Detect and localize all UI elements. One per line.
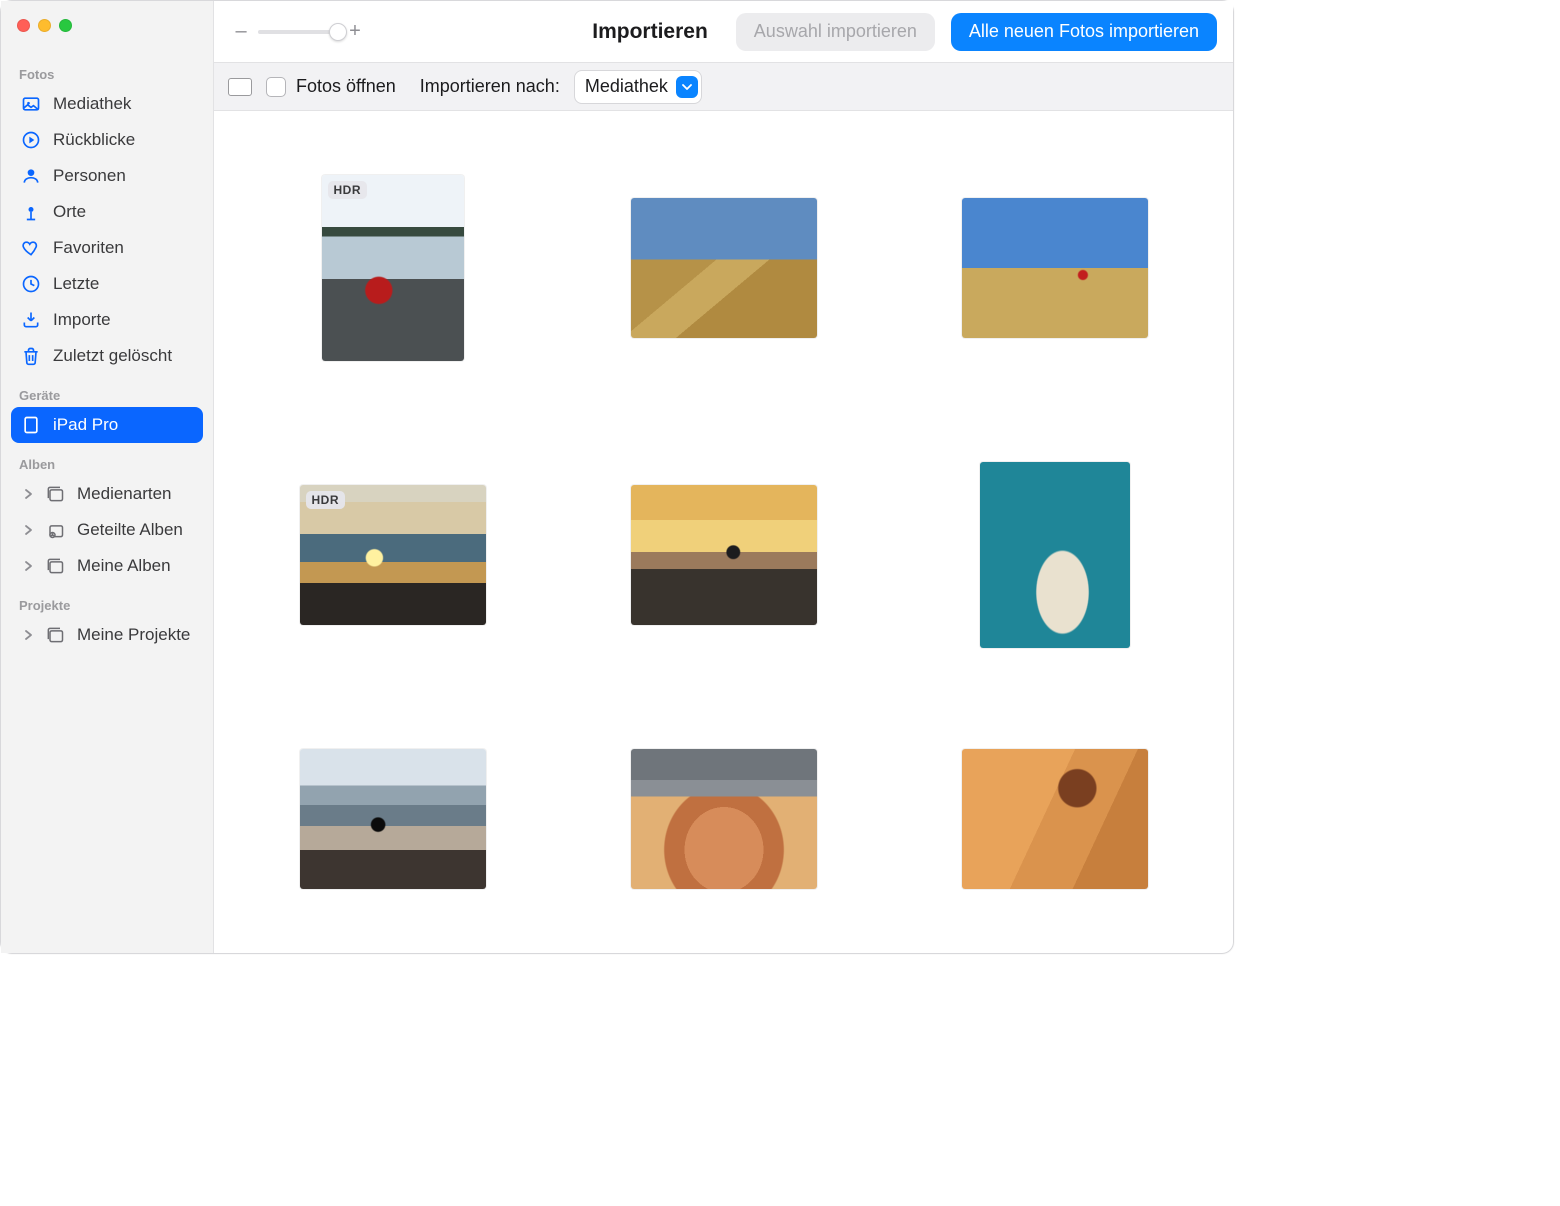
sidebar-item-label: Rückblicke: [53, 130, 135, 150]
section-header-projekte: Projekte: [1, 584, 213, 617]
sidebar-item-label: Orte: [53, 202, 86, 222]
sidebar: Fotos Mediathek Rückblicke Personen Orte Fav…: [1, 1, 214, 953]
photo-field-person[interactable]: [962, 198, 1148, 338]
photo-thumbnail: [631, 749, 817, 889]
album-icon: [45, 484, 65, 504]
chevron-right-icon: [21, 524, 35, 536]
close-icon[interactable]: [17, 19, 30, 32]
favorites-icon: [21, 238, 41, 258]
photo-thumbnail: [300, 749, 486, 889]
photo-thumbnail: [962, 749, 1148, 889]
sidebar-item-label: Medienarten: [77, 484, 172, 504]
sidebar-item-label: Mediathek: [53, 94, 131, 114]
open-photos-label: Fotos öffnen: [296, 76, 396, 97]
import-all-button[interactable]: Alle neuen Fotos importieren: [951, 13, 1217, 51]
import-destination-value: Mediathek: [585, 76, 668, 97]
sidebar-item-meine-alben[interactable]: Meine Alben: [11, 548, 203, 584]
places-icon: [21, 202, 41, 222]
zoom-slider-thumb[interactable]: [329, 23, 347, 41]
photo-hillside[interactable]: [631, 198, 817, 338]
sidebar-item-label: Importe: [53, 310, 111, 330]
zoom-in-icon[interactable]: +: [348, 20, 362, 43]
device-icon: [21, 415, 41, 435]
sidebar-item-label: Geteilte Alben: [77, 520, 183, 540]
photo-rocks-silhouette[interactable]: [300, 749, 486, 889]
main: – + Importieren Auswahl importieren Alle…: [214, 1, 1233, 953]
minimize-icon[interactable]: [38, 19, 51, 32]
album-icon: [45, 625, 65, 645]
sidebar-item-personen[interactable]: Personen: [11, 158, 203, 194]
import-options-bar: Fotos öffnen Importieren nach: Mediathek: [214, 63, 1233, 111]
chevron-right-icon: [21, 629, 35, 641]
sidebar-item-label: Personen: [53, 166, 126, 186]
photo-dog[interactable]: [980, 462, 1130, 648]
sidebar-item-medienarten[interactable]: Medienarten: [11, 476, 203, 512]
sidebar-item-favoriten[interactable]: Favoriten: [11, 230, 203, 266]
sidebar-item-label: Letzte: [53, 274, 99, 294]
album-icon: [45, 556, 65, 576]
sidebar-item-orte[interactable]: Orte: [11, 194, 203, 230]
photo-thumbnail: [631, 198, 817, 338]
zoom-slider[interactable]: [258, 30, 338, 34]
shared-icon: [45, 520, 65, 540]
library-icon: [21, 94, 41, 114]
open-photos-checkbox[interactable]: [266, 77, 286, 97]
chevron-right-icon: [21, 560, 35, 572]
sidebar-item-label: Favoriten: [53, 238, 124, 258]
photo-thumbnail: [980, 462, 1130, 648]
section-header-geraete: Geräte: [1, 374, 213, 407]
photo-grid: HDR HDR: [214, 111, 1233, 953]
sidebar-item-label: iPad Pro: [53, 415, 118, 435]
photo-sunset-hdr[interactable]: HDR: [300, 485, 486, 625]
sidebar-item-label: Zuletzt gelöscht: [53, 346, 172, 366]
recent-icon: [21, 274, 41, 294]
sidebar-item-mediathek[interactable]: Mediathek: [11, 86, 203, 122]
sidebar-item-label: Meine Alben: [77, 556, 171, 576]
chevron-down-icon: [676, 76, 698, 98]
photo-thumbnail: [631, 485, 817, 625]
sidebar-item-ipad-pro[interactable]: iPad Pro: [11, 407, 203, 443]
zoom-control: – +: [234, 20, 362, 43]
sidebar-item-zuletzt-geloescht[interactable]: Zuletzt gelöscht: [11, 338, 203, 374]
sidebar-item-rueckblicke[interactable]: Rückblicke: [11, 122, 203, 158]
photo-sand-hand[interactable]: [962, 749, 1148, 889]
photo-lake-hdr[interactable]: HDR: [322, 175, 464, 361]
toolbar: – + Importieren Auswahl importieren Alle…: [214, 1, 1233, 63]
import-selected-button[interactable]: Auswahl importieren: [736, 13, 935, 51]
hdr-badge: HDR: [306, 491, 346, 509]
imports-icon: [21, 310, 41, 330]
page-title: Importieren: [592, 20, 708, 44]
photo-beach-runner[interactable]: [631, 485, 817, 625]
people-icon: [21, 166, 41, 186]
photo-desert-rock[interactable]: [631, 749, 817, 889]
photo-thumbnail: [322, 175, 464, 361]
zoom-out-icon[interactable]: –: [234, 20, 248, 43]
section-header-alben: Alben: [1, 443, 213, 476]
import-destination-select[interactable]: Mediathek: [574, 70, 702, 104]
chevron-right-icon: [21, 488, 35, 500]
trash-icon: [21, 346, 41, 366]
photo-thumbnail: [962, 198, 1148, 338]
sidebar-item-geteilte-alben[interactable]: Geteilte Alben: [11, 512, 203, 548]
memories-icon: [21, 130, 41, 150]
sidebar-item-meine-projekte[interactable]: Meine Projekte: [11, 617, 203, 653]
sidebar-item-letzte[interactable]: Letzte: [11, 266, 203, 302]
hdr-badge: HDR: [328, 181, 368, 199]
import-to-label: Importieren nach:: [420, 76, 560, 97]
maximize-icon[interactable]: [59, 19, 72, 32]
window-controls: [1, 1, 213, 53]
section-header-fotos: Fotos: [1, 53, 213, 86]
select-all-checkbox[interactable]: [228, 78, 252, 96]
sidebar-item-label: Meine Projekte: [77, 625, 190, 645]
sidebar-item-importe[interactable]: Importe: [11, 302, 203, 338]
